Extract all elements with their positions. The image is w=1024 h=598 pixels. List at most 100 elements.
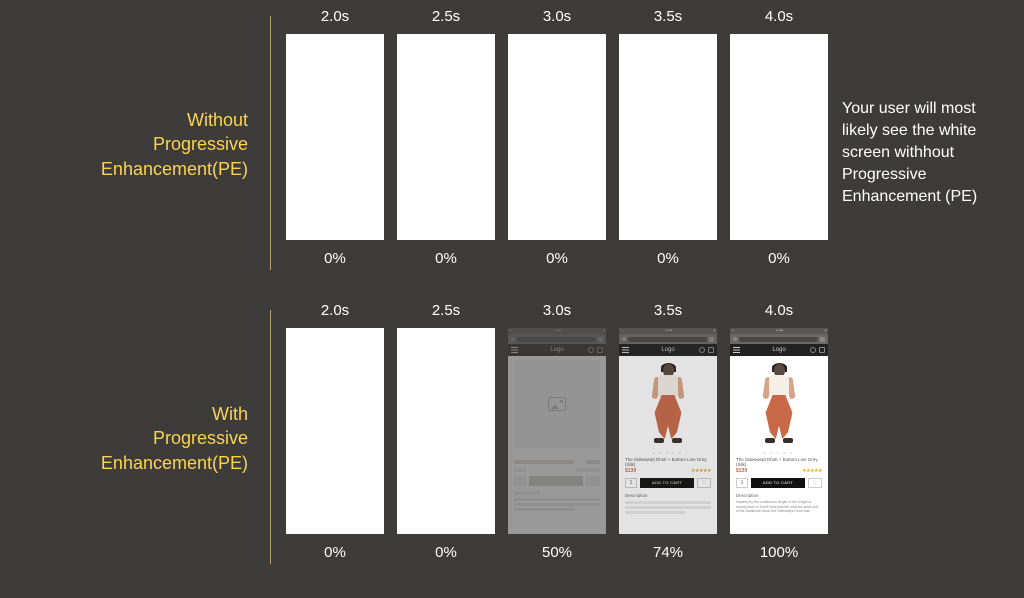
product-content: • ○ ○ ○ ○ The Sideswept Dhoti + Bottom L…	[619, 356, 717, 514]
frames-without: 2.0s 0% 2.5s 0% 3.0s 0% 3.5s 0% 4.0s 0%	[286, 8, 828, 270]
logo-bar: Logo	[730, 344, 828, 356]
label-without-line2: Progressive	[153, 134, 248, 154]
cart-icon	[708, 347, 714, 353]
carousel-dots: • ○ ○ ○ ○	[736, 451, 822, 455]
price: $139	[736, 468, 747, 474]
product-content: • • • • •	[508, 356, 606, 511]
blank-screen	[619, 34, 717, 240]
percent: 50%	[542, 544, 572, 564]
frame-without-3: 3.5s 0%	[619, 8, 717, 270]
star-rating: ★★★★★	[691, 468, 711, 474]
product-image-placeholder	[514, 360, 600, 448]
timing: 2.5s	[432, 8, 460, 28]
logo-text: Logo	[772, 347, 785, 353]
url-bar	[619, 334, 717, 344]
price-bar-skeleton	[514, 468, 600, 472]
partial-screen-74: •••9:41 AM▮ Logo • ○ ○ ○ ○ The Sideswept…	[619, 328, 717, 534]
percent: 0%	[324, 544, 346, 564]
label-without-line1: Without	[187, 110, 248, 130]
percent: 74%	[653, 544, 683, 564]
quantity-stepper: 1	[625, 478, 637, 488]
frame-with-2: 3.0s •••9:41 AM▮ Logo • • • • •	[508, 302, 606, 564]
quantity-stepper: 1	[736, 478, 748, 488]
divider-bottom	[270, 310, 271, 564]
model-figure	[736, 360, 822, 448]
label-without-pe: Without Progressive Enhancement(PE)	[0, 108, 258, 181]
logo-text: Logo	[550, 347, 563, 353]
price-bar: $139 ★★★★★	[736, 468, 822, 474]
wishlist-button: ♡	[808, 478, 822, 488]
label-without-line3: Enhancement(PE)	[101, 159, 248, 179]
frame-with-1: 2.5s 0%	[397, 302, 495, 564]
timing: 2.0s	[321, 302, 349, 322]
percent: 0%	[768, 250, 790, 270]
desc-heading: Description	[625, 493, 711, 498]
percent: 100%	[760, 544, 798, 564]
blank-screen	[397, 34, 495, 240]
wishlist-button: ♡	[697, 478, 711, 488]
frame-with-0: 2.0s 0%	[286, 302, 384, 564]
label-with-pe: With Progressive Enhancement(PE)	[0, 402, 258, 475]
product-content: • ○ ○ ○ ○ The Sideswept Dhoti + Bottom L…	[730, 356, 828, 514]
blank-screen	[508, 34, 606, 240]
timing: 4.0s	[765, 302, 793, 322]
full-screen-100: •••9:41 AM▮ Logo • ○ ○ ○ ○ The Sideswept…	[730, 328, 828, 534]
url-box	[517, 337, 596, 342]
desc-heading: Description	[736, 493, 822, 498]
url-box	[628, 337, 707, 342]
quantity-skeleton	[514, 476, 526, 486]
product-title-skeleton	[514, 458, 600, 466]
frame-without-2: 3.0s 0%	[508, 8, 606, 270]
logo-text: Logo	[661, 347, 674, 353]
blank-screen	[730, 34, 828, 240]
caption-text: Your user will most likely see the white…	[842, 98, 1012, 208]
product-image	[625, 360, 711, 448]
frames-with: 2.0s 0% 2.5s 0% 3.0s •••9:41 AM▮ Logo • …	[286, 302, 828, 564]
timing: 3.0s	[543, 302, 571, 322]
timing: 3.5s	[654, 302, 682, 322]
frame-with-3: 3.5s •••9:41 AM▮ Logo • ○ ○ ○ ○	[619, 302, 717, 564]
search-icon	[810, 347, 816, 353]
image-placeholder-icon	[548, 397, 566, 411]
star-rating: ★★★★★	[802, 468, 822, 474]
url-bar	[508, 334, 606, 344]
url-bar	[730, 334, 828, 344]
label-with-line3: Enhancement(PE)	[101, 453, 248, 473]
price: $139	[625, 468, 636, 474]
hamburger-icon	[622, 347, 629, 353]
product-title: The Sideswept Dhoti + Bottom Line Grey (…	[736, 458, 822, 466]
timing: 3.5s	[654, 8, 682, 28]
label-with-line2: Progressive	[153, 428, 248, 448]
logo-bar: Logo	[619, 344, 717, 356]
frame-with-4: 4.0s •••9:41 AM▮ Logo • ○ ○ ○ ○	[730, 302, 828, 564]
divider-top	[270, 16, 271, 270]
carousel-dots: • • • • •	[514, 451, 600, 455]
search-icon	[699, 347, 705, 353]
timing: 4.0s	[765, 8, 793, 28]
search-icon	[588, 347, 594, 353]
frame-without-1: 2.5s 0%	[397, 8, 495, 270]
desc-heading-skeleton	[514, 491, 540, 495]
model-figure	[625, 360, 711, 448]
blank-screen	[286, 328, 384, 534]
hamburger-icon	[733, 347, 740, 353]
percent: 0%	[435, 544, 457, 564]
frame-without-4: 4.0s 0%	[730, 8, 828, 270]
timing: 3.0s	[543, 8, 571, 28]
add-to-cart-button: ADD TO CART	[640, 478, 694, 488]
blank-screen	[286, 34, 384, 240]
percent: 0%	[657, 250, 679, 270]
wishlist-skeleton	[586, 476, 600, 486]
frame-without-0: 2.0s 0%	[286, 8, 384, 270]
url-box	[739, 337, 818, 342]
cart-icon	[597, 347, 603, 353]
desc-lines-skeleton	[625, 501, 711, 514]
skeleton-screen-50: •••9:41 AM▮ Logo • • • • •	[508, 328, 606, 534]
timing: 2.0s	[321, 8, 349, 28]
cart-icon	[819, 347, 825, 353]
percent: 0%	[324, 250, 346, 270]
timing: 2.5s	[432, 302, 460, 322]
desc-body: Inspired by the continuous length of the…	[736, 500, 822, 514]
product-title: The Sideswept Dhoti + Bottom Line Grey (…	[625, 458, 711, 466]
desc-lines-skeleton	[514, 498, 600, 511]
